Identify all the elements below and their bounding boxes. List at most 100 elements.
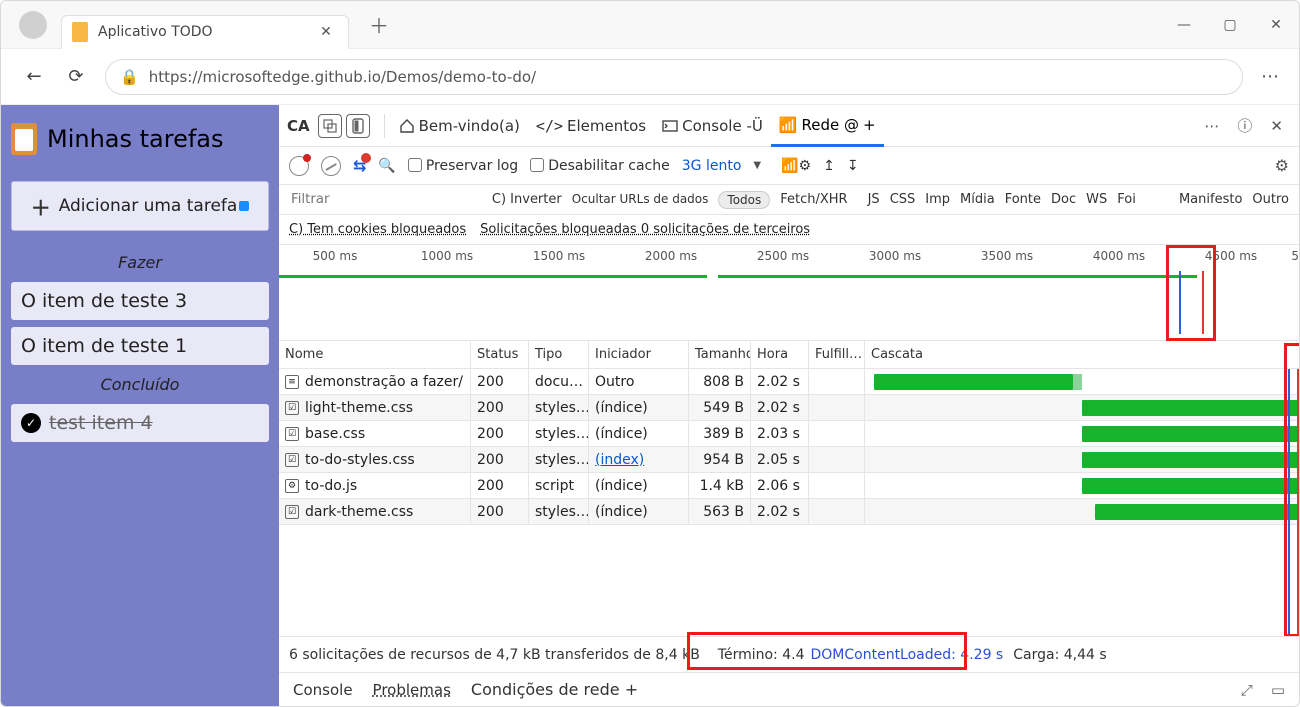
- tab-welcome[interactable]: Bem-vindo(a): [391, 105, 528, 147]
- network-conditions-icon[interactable]: 📶⚙: [781, 158, 811, 174]
- finish-label: Término: 4.4: [718, 647, 805, 663]
- col-waterfall[interactable]: Cascata: [865, 341, 1299, 368]
- drawer-tab-problems[interactable]: Problemas: [373, 681, 451, 699]
- network-table: Nome Status Tipo Iniciador Tamanho Hora …: [279, 341, 1299, 636]
- type-filter[interactable]: CSS: [890, 192, 916, 207]
- filter-input[interactable]: [289, 191, 482, 208]
- throttle-select[interactable]: 3G lento: [682, 158, 742, 174]
- device-toggle-icon[interactable]: [346, 114, 370, 138]
- drawer-tab-network-conditions[interactable]: Condições de rede +: [471, 680, 638, 699]
- throttle-caret-icon[interactable]: ▼: [753, 160, 761, 171]
- devtools-drawer: Console Problemas Condições de rede + ⤢ …: [279, 672, 1299, 706]
- table-row[interactable]: ☑base.css200styles…(índice)389 B2.03 s: [279, 421, 1299, 447]
- address-bar-row: ← ⟳ 🔒 https://microsoftedge.github.io/De…: [1, 49, 1299, 105]
- type-filter[interactable]: Outro: [1252, 192, 1289, 207]
- col-fulfill[interactable]: Fulfill…: [809, 341, 865, 368]
- task-item[interactable]: O item de teste 3: [11, 282, 269, 320]
- minimize-button[interactable]: —: [1161, 5, 1207, 45]
- url-text: https://microsoftedge.github.io/Demos/de…: [149, 68, 536, 86]
- check-icon: ✓: [21, 413, 41, 433]
- settings-icon[interactable]: ⚙: [1275, 156, 1289, 175]
- task-item-done[interactable]: ✓ test item 4: [11, 404, 269, 442]
- inspect-icon[interactable]: [318, 114, 342, 138]
- network-toolbar: ⇆ 🔍 Preservar log Desabilitar cache 3G l…: [279, 147, 1299, 185]
- type-filter[interactable]: Manifesto: [1179, 192, 1242, 207]
- maximize-button[interactable]: ▢: [1207, 5, 1253, 45]
- network-filter-row-2: C) Tem cookies bloqueados Solicitações b…: [279, 215, 1299, 245]
- type-filter[interactable]: JS: [868, 192, 880, 207]
- browser-menu-button[interactable]: ⋯: [1261, 66, 1279, 87]
- tab-close-icon[interactable]: ✕: [314, 24, 338, 40]
- add-task-button[interactable]: ＋ Adicionar uma tarefa: [11, 181, 269, 231]
- new-tab-button[interactable]: ＋: [369, 10, 389, 39]
- clipboard-icon: [11, 123, 37, 155]
- disable-cache-checkbox[interactable]: Desabilitar cache: [530, 158, 670, 174]
- devtools-help-icon[interactable]: ⓘ: [1237, 115, 1252, 136]
- highlight-annotation: [1166, 245, 1216, 341]
- col-time[interactable]: Hora: [751, 341, 809, 368]
- col-size[interactable]: Tamanho: [689, 341, 751, 368]
- url-box[interactable]: 🔒 https://microsoftedge.github.io/Demos/…: [105, 59, 1243, 95]
- devtools-panel: CA Bem-vindo(a) </> Elementos Console -Ü: [279, 105, 1299, 706]
- type-filter[interactable]: Foi: [1117, 192, 1136, 207]
- devtools-close-icon[interactable]: ✕: [1270, 117, 1283, 135]
- devtools-main-tabs: CA Bem-vindo(a) </> Elementos Console -Ü: [279, 105, 1299, 147]
- profile-avatar[interactable]: [19, 11, 47, 39]
- domcontentloaded-label: DOMContentLoaded: 4.29 s: [811, 647, 1004, 663]
- lock-icon: 🔒: [120, 68, 139, 86]
- tab-elements[interactable]: </> Elementos: [528, 105, 654, 147]
- filter-toggle-icon[interactable]: ⇆: [353, 156, 366, 175]
- devtools-more-icon[interactable]: ⋯: [1204, 117, 1219, 135]
- refresh-button[interactable]: ⟳: [61, 62, 91, 92]
- col-status[interactable]: Status: [471, 341, 529, 368]
- back-button[interactable]: ←: [19, 62, 49, 92]
- search-icon[interactable]: 🔍: [378, 158, 395, 174]
- table-row[interactable]: ☑to-do-styles.css200styles…(index)954 B2…: [279, 447, 1299, 473]
- browser-tab[interactable]: Aplicativo TODO ✕: [61, 15, 349, 49]
- load-label: Carga: 4,44 s: [1013, 647, 1106, 663]
- browser-window: Aplicativo TODO ✕ ＋ — ▢ ✕ ← ⟳ 🔒 https://…: [0, 0, 1300, 707]
- col-name[interactable]: Nome: [279, 341, 471, 368]
- plus-icon: ＋: [31, 192, 51, 221]
- clear-button[interactable]: [321, 156, 341, 176]
- todo-app: Minhas tarefas ＋ Adicionar uma tarefa Fa…: [1, 105, 279, 706]
- preserve-log-checkbox[interactable]: Preservar log: [408, 158, 518, 174]
- section-todo-heading: Fazer: [11, 253, 269, 272]
- titlebar: Aplicativo TODO ✕ ＋ — ▢ ✕: [1, 1, 1299, 49]
- tab-network[interactable]: 📶 Rede @ +: [771, 105, 884, 147]
- tab-console[interactable]: Console -Ü: [654, 105, 771, 147]
- upload-har-icon[interactable]: ↥: [823, 158, 835, 174]
- window-controls: — ▢ ✕: [1161, 5, 1299, 45]
- table-row[interactable]: ⚙to-do.js200script(índice)1.4 kB2.06 s: [279, 473, 1299, 499]
- section-done-heading: Concluído: [11, 375, 269, 394]
- drawer-tab-console[interactable]: Console: [293, 681, 353, 699]
- type-filter[interactable]: Fetch/XHR: [780, 192, 847, 207]
- drawer-dock-icon[interactable]: ▭: [1271, 681, 1285, 699]
- type-filter[interactable]: Doc: [1051, 192, 1076, 207]
- blocked-cookies-filter[interactable]: C) Tem cookies bloqueados: [289, 222, 466, 237]
- summary-text: 6 solicitações de recursos de 4,7 kB tra…: [289, 647, 700, 663]
- table-row[interactable]: ☑light-theme.css200styles…(índice)549 B2…: [279, 395, 1299, 421]
- type-filter[interactable]: Imp: [925, 192, 950, 207]
- col-initiator[interactable]: Iniciador: [589, 341, 689, 368]
- invert-checkbox[interactable]: C) Inverter: [492, 192, 562, 207]
- table-row[interactable]: ≡demonstração a fazer/200docu…Outro808 B…: [279, 369, 1299, 395]
- timeline-overview[interactable]: 500 ms1000 ms1500 ms2000 ms2500 ms3000 m…: [279, 245, 1299, 341]
- table-row[interactable]: ☑dark-theme.css200styles…(índice)563 B2.…: [279, 499, 1299, 525]
- timeline-ticks: 500 ms1000 ms1500 ms2000 ms2500 ms3000 m…: [279, 245, 1299, 267]
- type-filter[interactable]: Mídia: [960, 192, 995, 207]
- type-filter[interactable]: WS: [1086, 192, 1107, 207]
- col-type[interactable]: Tipo: [529, 341, 589, 368]
- devtools-prefix: CA: [287, 117, 310, 135]
- type-filter[interactable]: Fonte: [1005, 192, 1041, 207]
- star-badge: [239, 201, 249, 211]
- drawer-expand-icon[interactable]: ⤢: [1241, 681, 1253, 699]
- hide-data-urls-checkbox[interactable]: Ocultar URLs de dados: [572, 192, 709, 207]
- task-item[interactable]: O item de teste 1: [11, 327, 269, 365]
- record-button[interactable]: [289, 156, 309, 176]
- close-window-button[interactable]: ✕: [1253, 5, 1299, 45]
- download-har-icon[interactable]: ↧: [847, 158, 859, 174]
- network-summary-bar: 6 solicitações de recursos de 4,7 kB tra…: [279, 636, 1299, 672]
- type-filter-all[interactable]: Todos: [718, 191, 770, 209]
- blocked-requests-filter[interactable]: Solicitações bloqueadas 0 solicitações d…: [480, 222, 810, 237]
